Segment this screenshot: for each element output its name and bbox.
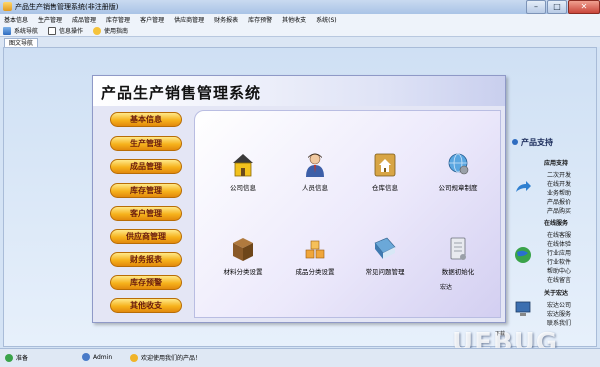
- menu-suppliers[interactable]: 供应商管理: [174, 15, 204, 24]
- link-product-quote[interactable]: 产品报价: [547, 197, 571, 206]
- crate-icon: [233, 238, 253, 261]
- product-support-heading: 产品支持: [512, 137, 553, 148]
- menu-basic-info[interactable]: 基本信息: [4, 15, 28, 24]
- close-button[interactable]: ✕: [568, 0, 600, 14]
- nav-stock-alert-button[interactable]: 库存预警: [110, 275, 182, 290]
- product-support-sidebar: 产品支持 应用支持 二次开发 在线开发 业务帮助 产品报价 产品购买 在线服务 …: [510, 130, 600, 330]
- link-leave-message[interactable]: 在线留言: [547, 275, 571, 284]
- menu-other-income[interactable]: 其他收支: [282, 15, 306, 24]
- window-title: 产品生产销售管理系统(非注册版): [15, 3, 119, 11]
- book-icon: [374, 237, 396, 259]
- info-icon: [48, 26, 57, 35]
- warehouse-icon: [374, 153, 396, 177]
- nav-customers-button[interactable]: 客户管理: [110, 206, 182, 221]
- product-category-tile[interactable]: 成品分类设置: [285, 235, 345, 279]
- faq-management-tile[interactable]: 常见问题管理: [355, 235, 415, 279]
- status-ready: 准备: [5, 353, 28, 362]
- warehouse-info-tile[interactable]: 仓库信息: [355, 151, 415, 195]
- window-controls: – □ ✕: [525, 0, 600, 14]
- database-icon: [450, 237, 466, 260]
- boxes-icon: [305, 240, 325, 259]
- house-icon: [233, 154, 253, 177]
- navigation-button[interactable]: 系统导航: [3, 26, 38, 35]
- menu-bar: 基本信息 生产管理 成品管理 库存管理 客户管理 供应商管理 财务报表 库存预警…: [0, 14, 600, 25]
- nav-production-button[interactable]: 生产管理: [110, 136, 182, 151]
- tab-bar: 图文导航: [0, 37, 600, 48]
- link-online-support[interactable]: 在线客服: [547, 230, 571, 239]
- user-icon: [82, 353, 90, 361]
- nav-other-income-button[interactable]: 其他收支: [110, 298, 182, 313]
- navigation-icon: [3, 26, 11, 35]
- link-online-trial[interactable]: 在线体验: [547, 239, 571, 248]
- user-guide-button[interactable]: 使用指南: [93, 26, 128, 35]
- app-support-title: 应用支持: [544, 160, 569, 167]
- arrow-icon: [516, 181, 531, 192]
- link-secondary-dev[interactable]: 二次开发: [547, 170, 571, 179]
- gear-globe-icon: [448, 153, 469, 175]
- maximize-button[interactable]: □: [547, 0, 567, 14]
- data-init-tile[interactable]: 数据初始化: [428, 235, 488, 279]
- menu-production[interactable]: 生产管理: [38, 15, 62, 24]
- company-info-tile[interactable]: 公司信息: [213, 151, 273, 195]
- ready-icon: [5, 353, 13, 362]
- link-business-help[interactable]: 业务帮助: [547, 188, 571, 197]
- link-industry-apps[interactable]: 行业应用: [547, 248, 571, 257]
- help-icon: [93, 26, 102, 35]
- material-category-tile[interactable]: 材料分类设置: [213, 235, 273, 279]
- computer-icon: [515, 301, 531, 316]
- nav-products-button[interactable]: 成品管理: [110, 159, 182, 174]
- status-welcome: 欢迎使用我们的产品！: [130, 353, 201, 362]
- status-bar: 准备 Admin 欢迎使用我们的产品！: [0, 348, 600, 367]
- link-service[interactable]: 宏达服务: [547, 309, 571, 318]
- nav-button-column: 基本信息 生产管理 成品管理 库存管理 客户管理 供应商管理 财务报表 库存预警…: [93, 106, 193, 322]
- link-company[interactable]: 宏达公司: [547, 300, 571, 309]
- watermark-sub: 下载: [495, 331, 506, 337]
- earth-icon: [515, 247, 531, 263]
- minimize-button[interactable]: –: [526, 0, 546, 14]
- nav-basic-info-button[interactable]: 基本信息: [110, 112, 182, 127]
- toolbar: 系统导航 信息操作 使用指南: [0, 25, 600, 37]
- info-operation-button[interactable]: 信息操作: [48, 26, 83, 35]
- nav-inventory-button[interactable]: 库存管理: [110, 183, 182, 198]
- panel-header: 产品生产销售管理系统: [93, 76, 505, 106]
- ad-text: 宏达: [440, 284, 453, 291]
- menu-products[interactable]: 成品管理: [72, 15, 96, 24]
- about-title: 关于宏达: [544, 290, 569, 297]
- online-service-title: 在线服务: [544, 220, 569, 227]
- menu-customers[interactable]: 客户管理: [140, 15, 164, 24]
- info-status-icon: [130, 353, 138, 362]
- link-product-buy[interactable]: 产品购买: [547, 206, 571, 215]
- link-help-center[interactable]: 帮助中心: [547, 266, 571, 275]
- status-user: Admin: [82, 353, 112, 361]
- menu-system[interactable]: 系统(S): [316, 15, 337, 24]
- menu-inventory[interactable]: 库存管理: [106, 15, 130, 24]
- nav-suppliers-button[interactable]: 供应商管理: [110, 229, 182, 244]
- panel-title: 产品生产销售管理系统: [101, 84, 262, 102]
- link-industry-software[interactable]: 行业软件: [547, 257, 571, 266]
- app-icon: [3, 2, 12, 11]
- menu-finance[interactable]: 财务报表: [214, 15, 238, 24]
- company-rules-tile[interactable]: 公司规章制度: [428, 151, 488, 195]
- staff-info-tile[interactable]: 人员信息: [285, 151, 345, 195]
- globe-icon: [512, 139, 518, 145]
- nav-finance-button[interactable]: 财务报表: [110, 252, 182, 267]
- person-icon: [306, 153, 324, 177]
- link-online-dev[interactable]: 在线开发: [547, 179, 571, 188]
- link-contact[interactable]: 联系我们: [547, 318, 571, 327]
- menu-stock-alert[interactable]: 库存预警: [248, 15, 272, 24]
- title-bar: 产品生产销售管理系统(非注册版) – □ ✕: [0, 0, 600, 14]
